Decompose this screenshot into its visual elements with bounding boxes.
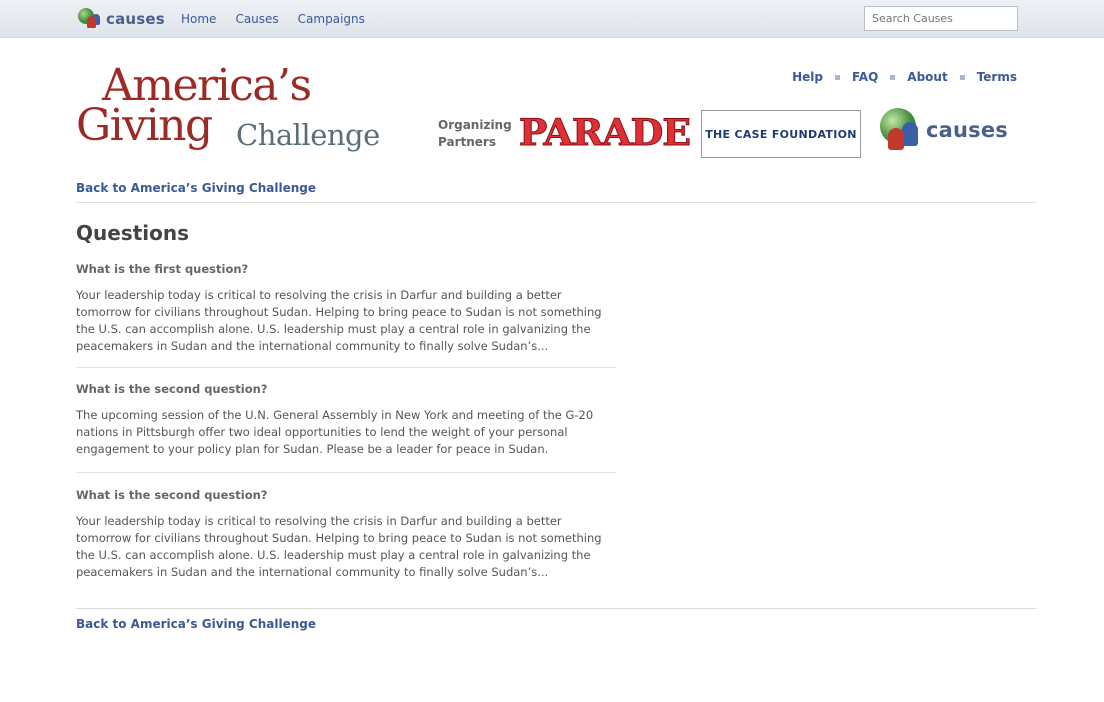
case-foundation-logo-text: THE CASE FOUNDATION	[705, 127, 857, 141]
terms-link[interactable]: Terms	[977, 70, 1017, 84]
organizing-partners-label: Organizing Partners	[438, 117, 512, 151]
question-divider	[76, 367, 616, 368]
back-link-top[interactable]: Back to America’s Giving Challenge	[76, 181, 316, 195]
partners-label-line-2: Partners	[438, 135, 496, 149]
causes-partner-logo-text: causes	[926, 118, 1009, 142]
answer-text: Your leadership today is critical to res…	[76, 288, 602, 353]
globe-people-icon	[78, 8, 100, 30]
brand-line-3: Challenge	[236, 118, 380, 152]
separator-dot	[890, 74, 896, 80]
separator-dot	[834, 74, 840, 80]
question-item: What is the second question? Your leader…	[76, 488, 616, 581]
causes-partner-logo[interactable]: causes	[880, 106, 1020, 156]
search-input[interactable]	[864, 6, 1018, 31]
person-icon	[902, 122, 918, 146]
answer-text: The upcoming session of the U.N. General…	[76, 408, 594, 456]
help-nav: Help FAQ About Terms	[792, 70, 1017, 84]
separator-dot	[959, 74, 965, 80]
top-bar: causes Home Causes Campaigns	[0, 0, 1104, 38]
partners-label-line-1: Organizing	[438, 118, 512, 132]
brand-line-2: Giving	[76, 100, 213, 151]
divider	[76, 202, 1036, 203]
question-heading: What is the second question?	[76, 382, 268, 396]
nav-campaigns[interactable]: Campaigns	[298, 12, 365, 26]
question-divider	[76, 472, 616, 473]
parade-logo[interactable]: PARADE	[518, 112, 691, 155]
americas-giving-challenge-logo[interactable]: America’s Giving Challenge	[76, 64, 380, 168]
top-nav: Home Causes Campaigns	[181, 12, 384, 26]
help-link[interactable]: Help	[792, 70, 823, 84]
causes-home-logo[interactable]: causes	[78, 7, 165, 31]
causes-logo-text: causes	[106, 10, 165, 28]
question-heading: What is the first question?	[76, 262, 249, 276]
case-foundation-logo[interactable]: THE CASE FOUNDATION	[701, 110, 861, 158]
nav-causes[interactable]: Causes	[235, 12, 278, 26]
nav-home[interactable]: Home	[181, 12, 216, 26]
answer-text: Your leadership today is critical to res…	[76, 514, 602, 579]
question-heading: What is the second question?	[76, 488, 268, 502]
page-title: Questions	[76, 221, 190, 245]
question-item: What is the first question? Your leaders…	[76, 262, 616, 355]
back-link-bottom[interactable]: Back to America’s Giving Challenge	[76, 617, 316, 631]
question-item: What is the second question? The upcomin…	[76, 382, 616, 458]
parade-logo-text: PARADE	[518, 112, 691, 155]
about-link[interactable]: About	[907, 70, 947, 84]
faq-link[interactable]: FAQ	[852, 70, 878, 84]
divider	[76, 608, 1036, 609]
person-icon	[888, 128, 904, 150]
